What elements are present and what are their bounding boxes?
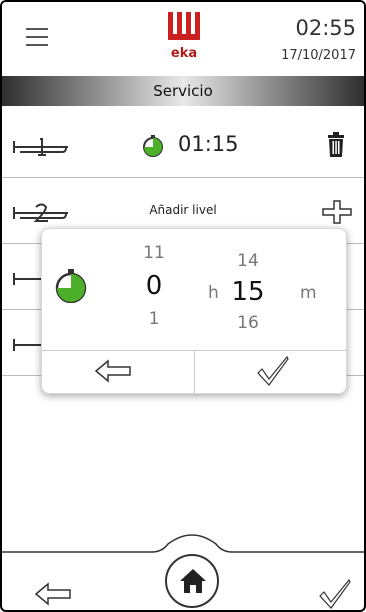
plus-icon[interactable] bbox=[322, 200, 352, 224]
time-picker-dialog: 11 0 1 h 14 15 16 m bbox=[41, 228, 347, 394]
minutes-unit: m bbox=[300, 283, 317, 303]
hours-prev[interactable]: 11 bbox=[134, 243, 174, 263]
timer-icon bbox=[55, 269, 87, 303]
minutes-next[interactable]: 16 bbox=[228, 313, 268, 333]
checkmark-icon[interactable] bbox=[318, 578, 352, 610]
title-bar: Servicio bbox=[2, 76, 364, 106]
add-level-label: Añadir livel bbox=[149, 203, 217, 217]
back-arrow-icon[interactable] bbox=[94, 357, 134, 385]
hours-next[interactable]: 1 bbox=[134, 309, 174, 329]
row-time: 01:15 bbox=[178, 132, 239, 156]
divider bbox=[194, 351, 195, 393]
home-icon bbox=[180, 569, 206, 593]
checkmark-icon[interactable] bbox=[256, 355, 290, 387]
eka-logo: eka bbox=[166, 12, 202, 62]
minutes-current[interactable]: 15 bbox=[228, 277, 268, 307]
app-screen: eka 02:55 17/10/2017 Servicio 01:15 Añad… bbox=[0, 0, 366, 612]
logo-text: eka bbox=[170, 46, 198, 61]
hamburger-menu-icon[interactable] bbox=[26, 28, 48, 46]
home-button[interactable] bbox=[165, 554, 219, 608]
level-row-1[interactable]: 01:15 bbox=[2, 114, 364, 178]
clock-date: 17/10/2017 bbox=[281, 48, 356, 63]
rack-level-1-icon bbox=[13, 138, 68, 156]
trash-icon[interactable] bbox=[326, 132, 346, 158]
timer-icon bbox=[143, 135, 163, 157]
page-title: Servicio bbox=[153, 82, 213, 100]
back-arrow-icon[interactable] bbox=[34, 580, 74, 608]
minutes-prev[interactable]: 14 bbox=[228, 251, 268, 271]
footer bbox=[2, 532, 364, 610]
hours-unit: h bbox=[208, 283, 219, 303]
header: eka 02:55 17/10/2017 bbox=[2, 2, 364, 76]
clock-time: 02:55 bbox=[295, 16, 356, 40]
hours-current[interactable]: 0 bbox=[134, 271, 174, 301]
